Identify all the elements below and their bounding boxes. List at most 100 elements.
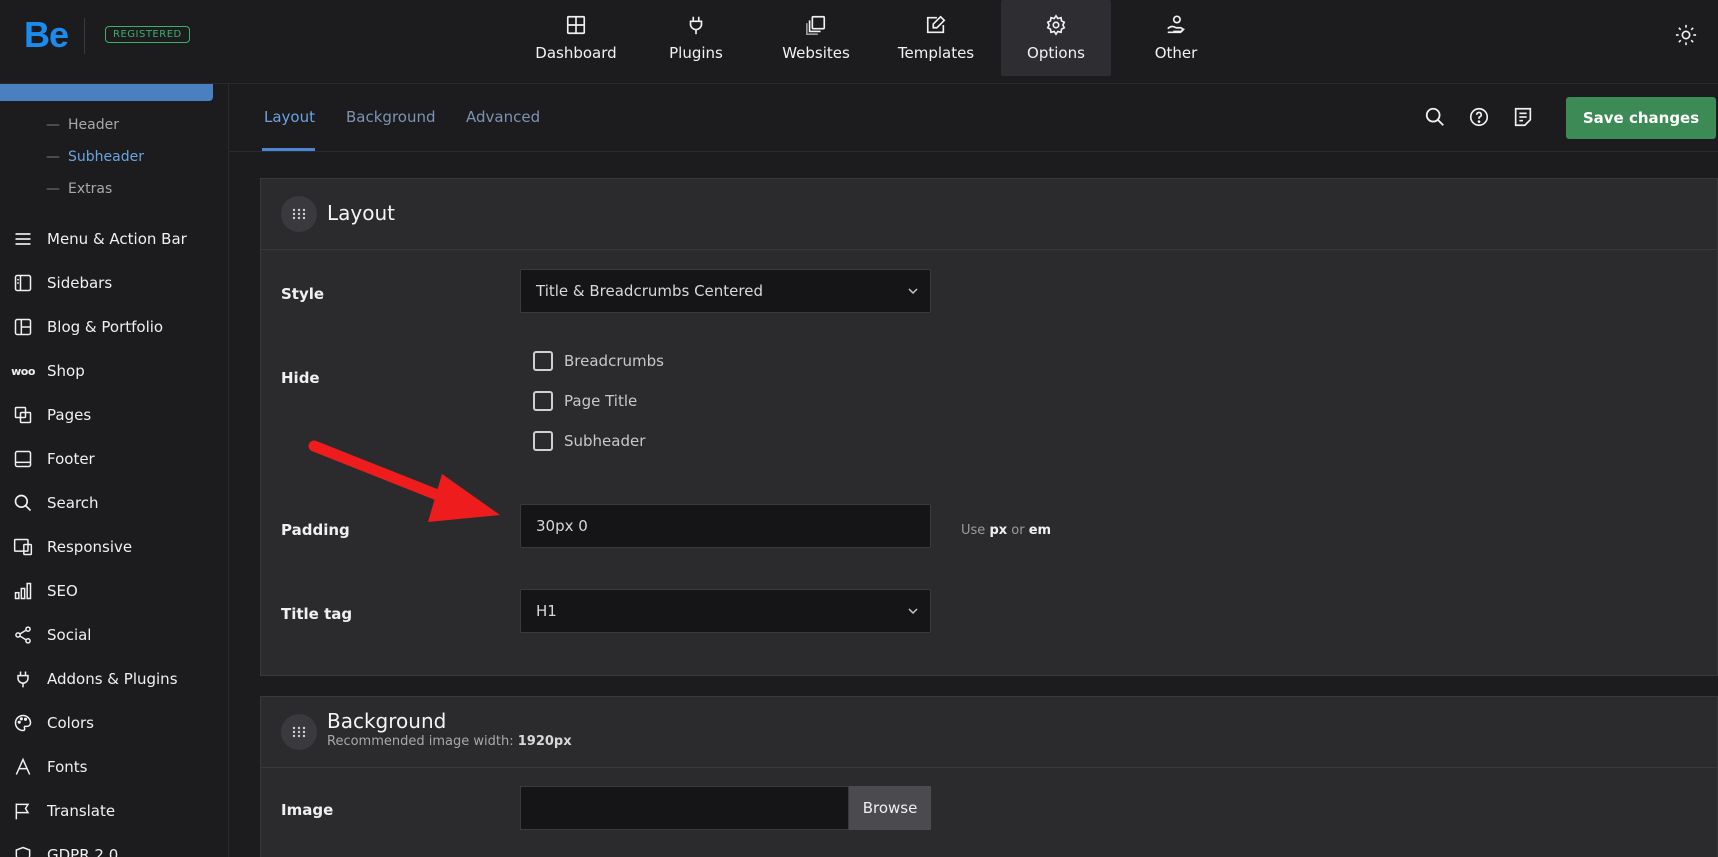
sidebar-item-footer[interactable]: Footer [12,447,95,471]
dash-marker: — [46,181,60,197]
background-panel: Background Recommended image width: 1920… [260,696,1718,857]
active-tab-indicator [262,148,315,151]
breadcrumbs-checkbox[interactable]: Breadcrumbs [533,351,664,371]
nav-templates[interactable]: Templates [881,0,991,76]
padding-hint: Use px or em [961,523,1051,538]
layout-panel: Layout Style Title & Breadcrumbs Centere… [260,178,1718,676]
tab-advanced[interactable]: Advanced [466,108,540,126]
sidebar-subitem-header[interactable]: — Header [46,117,119,133]
dashboard-icon [566,15,586,35]
sidebar-subitem-label: Header [68,117,119,133]
dash-marker: — [46,117,60,133]
drag-handle-icon[interactable] [281,714,317,750]
sidebar-item-label: Pages [47,406,92,424]
tab-layout[interactable]: Layout [264,108,315,126]
pages-icon [14,406,32,424]
subtitle-value: 1920px [517,734,572,749]
nav-websites[interactable]: Websites [761,0,871,76]
sidebar-active-item[interactable] [0,84,213,101]
dash-marker: — [46,149,60,165]
seo-icon [14,582,32,600]
sidebar-item-social[interactable]: Social [12,623,91,647]
title-tag-select-value: H1 [536,602,557,620]
style-select[interactable]: Title & Breadcrumbs Centered [520,269,931,313]
nav-websites-label: Websites [782,44,850,62]
nav-options[interactable]: Options [1001,0,1111,76]
help-icon[interactable] [1468,106,1490,128]
nav-plugins-label: Plugins [669,44,723,62]
sidebar-item-colors[interactable]: Colors [12,711,94,735]
save-button[interactable]: Save changes [1566,97,1716,139]
checkbox-box[interactable] [533,431,553,451]
nav-options-label: Options [1027,44,1085,62]
sidebar-item-responsive[interactable]: Responsive [12,535,132,559]
layout-panel-header: Layout [261,179,1717,250]
sidebar-item-label: Addons & Plugins [47,670,178,688]
checkbox-label: Page Title [564,392,638,410]
menu-icon [15,233,31,245]
sidebar-item-label: Colors [47,714,94,732]
nav-plugins[interactable]: Plugins [641,0,751,76]
sidebar-item-translate[interactable]: Translate [12,799,115,823]
sidebar-item-label: Menu & Action Bar [47,230,187,248]
sidebar-subitem-extras[interactable]: — Extras [46,181,112,197]
plug-icon [17,671,29,688]
sidebar-item-label: Shop [47,362,85,380]
background-panel-title: Background [327,709,447,733]
sidebars-icon [14,274,32,292]
checkbox-box[interactable] [533,351,553,371]
chevron-down-icon [908,288,918,295]
sidebar-item-menu[interactable]: Menu & Action Bar [12,227,187,251]
sidebar-item-label: Footer [47,450,95,468]
sidebar-item-pages[interactable]: Pages [12,403,91,427]
hint-unit-px: px [989,523,1008,538]
image-url-input[interactable] [520,786,849,830]
red-arrow-annotation [308,440,500,522]
websites-icon [806,15,826,35]
blog-icon [14,318,32,336]
chevron-down-icon [908,608,918,615]
page-title-checkbox[interactable]: Page Title [533,391,637,411]
sidebar-item-label: SEO [47,582,78,600]
search-icon[interactable] [1424,106,1446,128]
tab-background[interactable]: Background [346,108,436,126]
padding-input[interactable]: 30px 0 [520,504,931,548]
sun-icon[interactable] [1675,24,1697,46]
tabs-bar: Layout Background Advanced Save changes [229,84,1718,152]
nav-other[interactable]: Other [1121,0,1231,76]
sidebar-item-shop[interactable]: woo Shop [8,359,85,383]
checkbox-box[interactable] [533,391,553,411]
search-icon [14,494,32,512]
logo-divider [84,18,85,54]
nav-dashboard-label: Dashboard [535,44,617,62]
palette-icon [14,714,32,732]
subtitle-prefix: Recommended image width: [327,734,514,749]
style-select-value: Title & Breadcrumbs Centered [536,282,763,300]
title-tag-select[interactable]: H1 [520,589,931,633]
subheader-checkbox[interactable]: Subheader [533,431,645,451]
sidebar-item-addons[interactable]: Addons & Plugins [12,667,178,691]
background-panel-subtitle: Recommended image width: 1920px [327,734,572,749]
image-label: Image [281,801,334,819]
notes-icon[interactable] [1512,106,1534,128]
flag-icon [15,803,30,820]
padding-input-value: 30px 0 [536,517,588,535]
sidebar-item-label: Social [47,626,92,644]
sidebar-item-blog[interactable]: Blog & Portfolio [12,315,163,339]
sidebar-item-sidebars[interactable]: Sidebars [12,271,112,295]
style-label: Style [281,285,325,303]
sidebar-subitem-subheader[interactable]: — Subheader [46,149,144,165]
sidebar-item-search[interactable]: Search [12,491,99,515]
nav-dashboard[interactable]: Dashboard [521,0,631,76]
sidebar-item-label: Sidebars [47,274,113,292]
layout-panel-title: Layout [327,201,395,225]
sidebar-item-fonts[interactable]: Fonts [12,755,87,779]
sidebar-item-seo[interactable]: SEO [12,579,78,603]
sidebar: — Header — Subheader — Extras Menu & Action… [0,84,229,857]
browse-button[interactable]: Browse [849,786,931,830]
hand-user-icon [1167,15,1185,34]
top-bar: Be REGISTERED Dashboard Plugins Websites… [0,0,1718,84]
sidebar-item-gdpr[interactable]: GDPR 2.0 [12,843,118,857]
drag-handle-icon[interactable] [281,196,317,232]
app-logo[interactable]: Be [24,14,69,56]
